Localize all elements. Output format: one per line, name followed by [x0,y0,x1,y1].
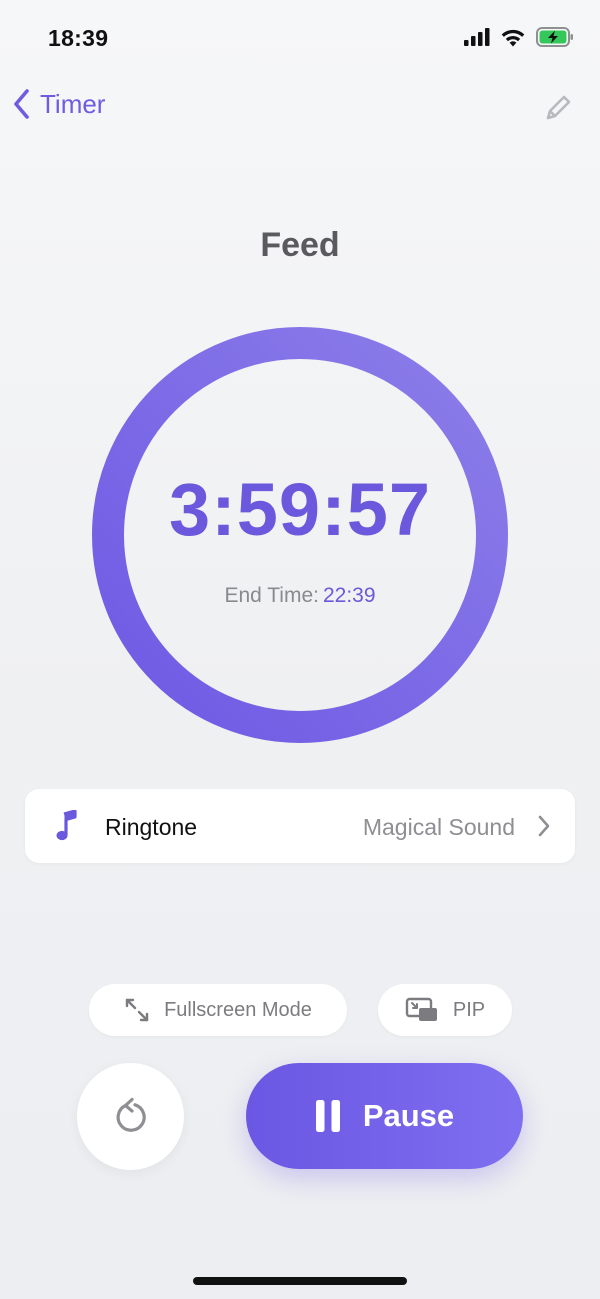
end-time-label: End Time: [224,584,319,607]
ringtone-value: Magical Sound [362,814,515,840]
timer-ring: 3:59:57 End Time: 22:39 [92,327,508,743]
battery-charging-icon [536,27,573,47]
pip-label: PIP [452,998,486,1021]
status-bar: 18:39 [0,0,600,80]
chevron-left-icon [14,89,29,119]
fullscreen-mode-button[interactable]: Fullscreen Mode [89,984,347,1036]
wifi-icon [501,29,525,46]
status-time: 18:39 [48,25,109,51]
reset-arrow-icon [116,1097,146,1132]
ringtone-row[interactable]: Ringtone Magical Sound [25,789,575,863]
edit-button[interactable] [538,88,578,128]
pip-button[interactable]: PIP [378,984,512,1036]
ringtone-label: Ringtone [105,814,198,840]
countdown-display: 3:59:57 [168,468,432,551]
pencil-icon [546,95,571,120]
end-time: End Time: 22:39 [92,584,508,608]
back-label: Timer [40,88,106,119]
status-icons [464,27,574,47]
cellular-signal-icon [464,28,490,46]
chevron-right-icon [538,815,550,837]
end-time-value: 22:39 [322,584,376,607]
expand-arrows-icon [125,998,149,1022]
back-button[interactable]: Timer [10,86,105,122]
fullscreen-mode-label: Fullscreen Mode [164,998,312,1021]
home-indicator[interactable] [193,1277,407,1285]
pause-label: Pause [362,1098,455,1133]
pause-icon [315,1100,340,1132]
timer-title: Feed [260,226,340,264]
music-note-icon [56,810,77,841]
reset-button[interactable] [77,1063,184,1170]
pause-button[interactable]: Pause [246,1063,523,1169]
pip-icon [405,997,437,1021]
